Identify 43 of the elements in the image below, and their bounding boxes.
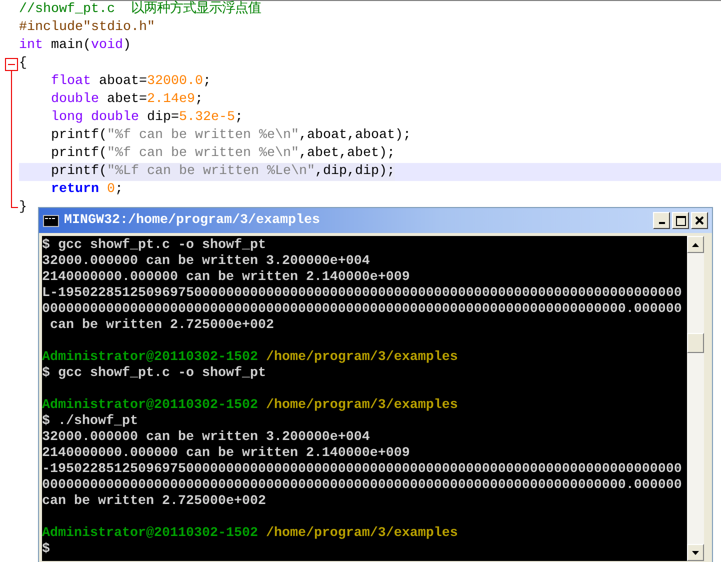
maximize-icon (676, 216, 686, 226)
code-line: return 0; (51, 181, 123, 199)
scroll-thumb[interactable] (687, 333, 704, 353)
console-line: 2140000000.000000 can be written 2.140000e+009 (42, 270, 410, 285)
code-line: double abet=2.14e9; (51, 91, 203, 109)
scrollbar[interactable] (687, 236, 704, 561)
console-line: 32000.000000 can be written 3.200000e+004 (42, 254, 370, 269)
scroll-up-button[interactable] (687, 236, 704, 253)
console-line: -1950228512509697500000000000000000000000000000000000000000000000000000000000000 (42, 462, 682, 477)
code-line: int main(void) (19, 37, 131, 55)
console-line: $ ./showf_pt (42, 414, 138, 429)
minimize-icon (658, 222, 664, 224)
close-icon (695, 216, 704, 225)
scroll-down-button[interactable] (687, 544, 704, 561)
code-line: printf("%f can be written %e\n",abet,abet); (51, 145, 395, 163)
console-line: 2140000000.000000 can be written 2.140000e+009 (42, 446, 410, 461)
collapse-icon[interactable] (5, 58, 18, 71)
minimize-button[interactable] (653, 212, 670, 229)
window-title: MINGW32:/home/program/3/examples (64, 213, 321, 228)
code-line: printf("%f can be written %e\n",aboat,aboat); (51, 127, 411, 145)
close-button[interactable] (691, 212, 708, 229)
console-icon (43, 214, 59, 226)
console-line: Administrator@20110302-1502 /home/program/3/examples (42, 350, 458, 365)
maximize-button[interactable] (672, 212, 689, 229)
code-line: float aboat=32000.0; (51, 73, 211, 91)
console-line: Administrator@20110302-1502 /home/program/3/examples (42, 526, 458, 541)
up-arrow-icon (692, 242, 699, 246)
console-line: $ gcc showf_pt.c -o showf_pt (42, 366, 266, 381)
console-line: L-195022851250969750000000000000000000000000000000000000000000000000000000000000 (42, 286, 682, 301)
console-line: $ (42, 542, 50, 557)
code-line: //showf_pt.c 以两种方式显示浮点值 (19, 1, 261, 19)
code-line: } (19, 199, 27, 217)
console-line: 0000000000000000000000000000000000000000000000000000000000000000000000000.000000 (42, 478, 682, 493)
console-line: $ gcc showf_pt.c -o showf_pt (42, 238, 266, 253)
console-line: 0000000000000000000000000000000000000000000000000000000000000000000000000.000000 (42, 302, 682, 317)
code-line: long double dip=5.32e-5; (51, 109, 243, 127)
code-line: { (19, 55, 27, 73)
console-line: can be written 2.725000e+002 (42, 494, 266, 509)
down-arrow-icon (692, 550, 699, 554)
console-line: can be written 2.725000e+002 (48, 318, 274, 333)
console-line: Administrator@20110302-1502 /home/program/3/examples (42, 398, 458, 413)
code-line: #include"stdio.h" (19, 19, 155, 37)
console-line: 32000.000000 can be written 3.200000e+004 (42, 430, 370, 445)
